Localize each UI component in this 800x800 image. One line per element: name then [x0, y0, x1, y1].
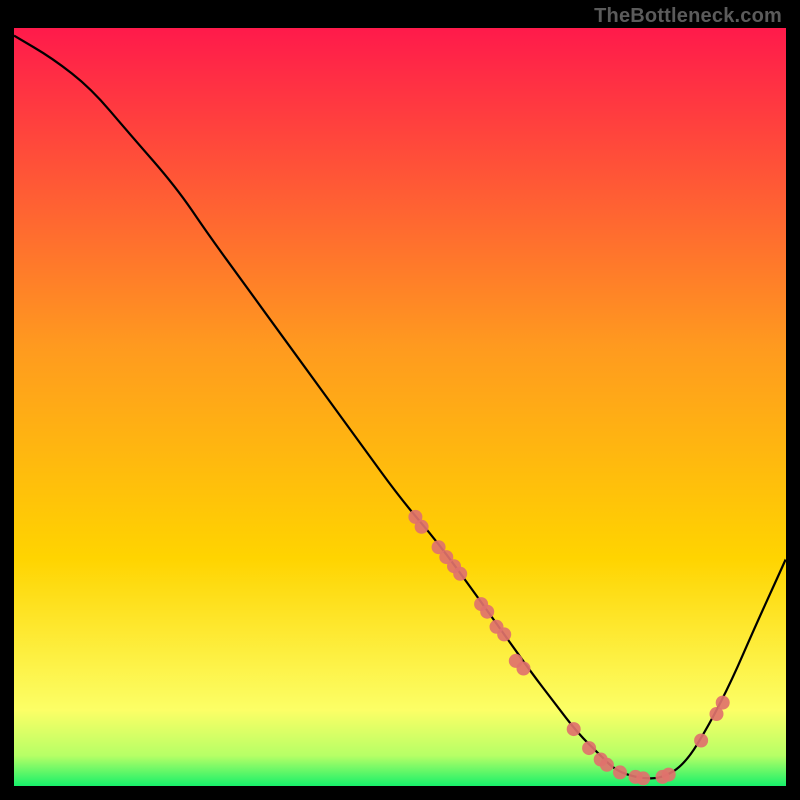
data-dot [480, 605, 494, 619]
chart-background [14, 28, 786, 786]
data-dot [453, 567, 467, 581]
data-dot [517, 662, 531, 676]
data-dot [567, 722, 581, 736]
data-dot [716, 696, 730, 710]
chart-plot [14, 28, 786, 786]
watermark-text: TheBottleneck.com [594, 5, 782, 28]
data-dot [600, 758, 614, 772]
data-dot [694, 734, 708, 748]
data-dot [613, 765, 627, 779]
data-dot [662, 768, 676, 782]
chart-svg [14, 28, 786, 786]
data-dot [636, 771, 650, 785]
data-dot [415, 520, 429, 534]
data-dot [497, 627, 511, 641]
data-dot [582, 741, 596, 755]
